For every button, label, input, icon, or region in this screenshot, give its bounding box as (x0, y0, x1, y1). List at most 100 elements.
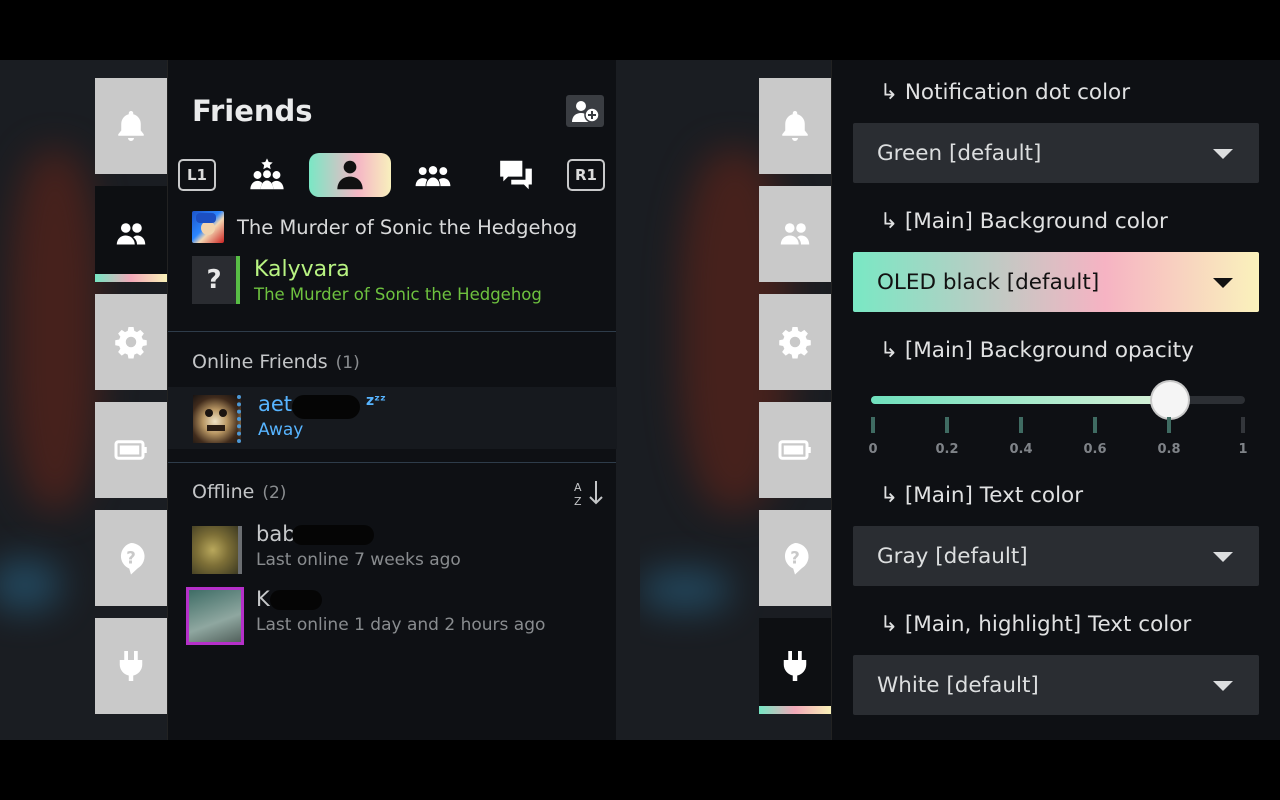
qam-tab-friends[interactable] (95, 186, 167, 282)
redaction (270, 590, 322, 610)
section-title: Offline (192, 481, 255, 503)
text-color-dropdown[interactable]: Gray [default] (853, 526, 1259, 586)
qam-tab-help[interactable]: ? (759, 510, 831, 606)
friends-title: Friends (192, 94, 313, 128)
bg-opacity-slider[interactable] (871, 382, 1245, 418)
tab-chats[interactable] (475, 153, 557, 197)
r1-button-hint[interactable]: R1 (567, 159, 605, 191)
css-loader-settings-panel: ↳ Notification dot color Green [default]… (831, 60, 1280, 740)
slider-tick-label: 0.8 (1157, 442, 1181, 457)
friends-panel: Friends L1 R1 The Murder of Sonic the He… (167, 60, 617, 740)
offline-friend-row[interactable]: K Last online 1 day and 2 hours ago (168, 585, 617, 645)
qam-tab-plugins[interactable] (95, 618, 167, 714)
slider-tick-label: 0 (868, 442, 878, 457)
chevron-down-icon (1213, 278, 1233, 288)
in-game-friend-row[interactable]: ? Kalyvara The Murder of Sonic the Hedge… (192, 256, 542, 306)
slider-tick (945, 417, 949, 433)
offline-friend-row[interactable]: bab Last online 7 weeks ago (168, 520, 617, 580)
dropdown-value: OLED black [default] (877, 269, 1100, 295)
slider-tick (871, 417, 875, 433)
gear-icon (115, 327, 147, 359)
friend-name: Kalyvara (254, 257, 350, 282)
text-color-label: ↳ [Main] Text color (880, 483, 1084, 508)
dropdown-value: Green [default] (877, 140, 1042, 166)
bell-icon (118, 111, 144, 141)
sort-az-icon[interactable]: A Z (572, 478, 606, 508)
notification-dot-label: ↳ Notification dot color (880, 80, 1131, 105)
tab-favorites[interactable] (226, 153, 308, 197)
help-icon: ? (784, 543, 809, 575)
bg-color-dropdown[interactable]: OLED black [default] (853, 252, 1259, 312)
game-title: The Murder of Sonic the Hedgehog (237, 215, 578, 239)
qam-tab-notifications[interactable] (759, 78, 831, 174)
slider-tick-label: 0.4 (1009, 442, 1033, 457)
slider-tick-label: 0.6 (1083, 442, 1107, 457)
redaction (292, 525, 374, 545)
bg-opacity-label: ↳ [Main] Background opacity (880, 338, 1194, 363)
avatar: ? (192, 256, 240, 304)
chevron-down-icon (1213, 681, 1233, 691)
qam-tab-settings[interactable] (759, 294, 831, 390)
avatar (192, 526, 242, 574)
section-count: (1) (335, 353, 360, 373)
slider-fill (871, 396, 1171, 404)
active-tab-indicator (759, 706, 831, 714)
redaction (292, 395, 360, 419)
plug-icon (119, 651, 143, 681)
slider-tick-label: 0.2 (935, 442, 959, 457)
friend-name: bab (256, 522, 296, 546)
avatar (193, 395, 241, 443)
slider-tick (1167, 417, 1171, 433)
qam-tab-performance[interactable] (759, 402, 831, 498)
qam-tab-notifications[interactable] (95, 78, 167, 174)
active-tab-indicator (95, 274, 167, 282)
qam-tab-friends[interactable] (759, 186, 831, 282)
l1-button-hint[interactable]: L1 (178, 159, 216, 191)
friends-icon (780, 223, 810, 245)
friend-status: Last online 1 day and 2 hours ago (256, 615, 546, 635)
left-screen: ? Friends L1 R1 The Murder of Sonic the … (0, 60, 640, 740)
svg-text:Z: Z (574, 495, 582, 508)
divider (168, 462, 616, 463)
gear-icon (779, 327, 811, 359)
chat-icon (500, 160, 532, 190)
friend-status: Last online 7 weeks ago (256, 550, 461, 570)
highlight-text-color-dropdown[interactable]: White [default] (853, 655, 1259, 715)
tab-groups[interactable] (392, 153, 474, 197)
notification-dot-dropdown[interactable]: Green [default] (853, 123, 1259, 183)
friend-name: aet (258, 392, 293, 416)
game-icon (192, 211, 224, 243)
slider-tick-label: 1 (1238, 442, 1248, 457)
chevron-down-icon (1213, 552, 1233, 562)
chevron-down-icon (1213, 149, 1233, 159)
tab-friends[interactable] (309, 153, 391, 197)
dropdown-value: White [default] (877, 672, 1039, 698)
right-screen: ? ↳ Notification dot color Green [defaul… (640, 60, 1280, 740)
dropdown-value: Gray [default] (877, 543, 1028, 569)
qam-tab-strip: ? (95, 78, 167, 726)
plug-icon (783, 651, 807, 681)
qam-tab-strip: ? (759, 78, 831, 726)
slider-tick (1019, 417, 1023, 433)
friend-name: K (256, 587, 270, 611)
add-friend-icon (572, 101, 600, 123)
qam-tab-help[interactable]: ? (95, 510, 167, 606)
online-friends-header[interactable]: Online Friends (1) (192, 351, 360, 373)
in-game-group-header: The Murder of Sonic the Hedgehog (192, 210, 577, 244)
online-friend-row[interactable]: aet zᶻᶻ Away (168, 387, 617, 449)
help-icon: ? (120, 543, 145, 575)
offline-friends-header[interactable]: Offline (2) (192, 481, 286, 503)
svg-text:A: A (574, 481, 582, 494)
add-friend-button[interactable] (566, 95, 604, 127)
svg-text:?: ? (790, 548, 800, 567)
friends-tab-bar: L1 R1 (168, 153, 617, 197)
section-count: (2) (262, 483, 287, 503)
qam-tab-plugins[interactable] (759, 618, 831, 714)
battery-icon (114, 440, 147, 460)
slider-thumb[interactable] (1152, 382, 1189, 418)
favorites-icon (250, 158, 284, 190)
friends-icon (116, 223, 146, 245)
avatar (186, 587, 244, 645)
qam-tab-performance[interactable] (95, 402, 167, 498)
qam-tab-settings[interactable] (95, 294, 167, 390)
